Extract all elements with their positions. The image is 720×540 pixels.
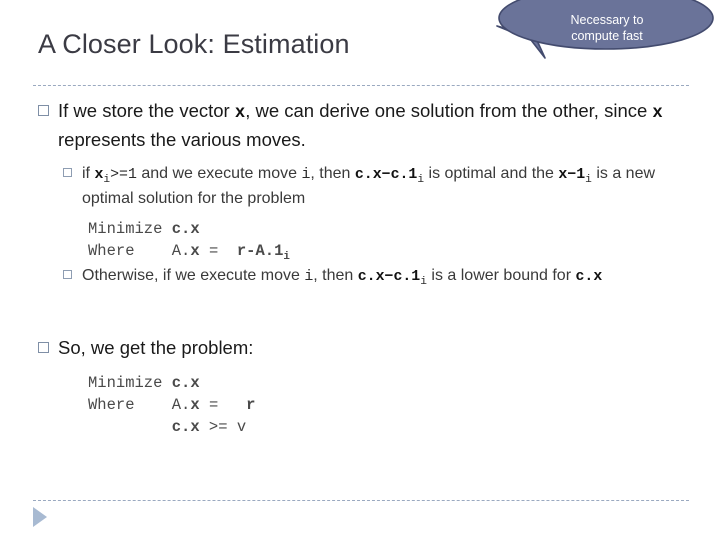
bullet-text: So, we get the problem: bbox=[58, 337, 254, 358]
code-line: Where A.x = r-A.1i bbox=[88, 242, 290, 264]
bullet-otherwise: Otherwise, if we execute move i, then c.… bbox=[0, 264, 720, 289]
bullet-text: if xi>=1 and we execute move i, then c.x… bbox=[82, 165, 656, 207]
callout-text: Necessary to compute fast bbox=[527, 12, 687, 44]
page-title: A Closer Look: Estimation bbox=[38, 29, 350, 59]
next-slide-arrow-icon[interactable] bbox=[31, 506, 49, 528]
code-line: Minimize c.x bbox=[88, 374, 200, 392]
code-block-subproblem: Minimize c.x Where A.x = r-A.1i bbox=[0, 218, 720, 264]
code-block-final-problem: Minimize c.x Where A.x = r c.x >= v bbox=[0, 372, 720, 438]
bullet-so-we-get: So, we get the problem: bbox=[0, 335, 720, 361]
bullet-store-vector: If we store the vector x, we can derive … bbox=[0, 98, 720, 153]
bullet-text: Otherwise, if we execute move i, then c.… bbox=[82, 267, 603, 289]
divider-top bbox=[33, 85, 689, 86]
square-bullet-icon bbox=[38, 105, 49, 116]
square-bullet-icon bbox=[63, 168, 72, 177]
triangle-right-icon bbox=[33, 507, 47, 527]
divider-bottom bbox=[33, 500, 689, 501]
code-line: c.x >= v bbox=[171, 418, 247, 436]
bullet-if-xi-ge-1: if xi>=1 and we execute move i, then c.x… bbox=[0, 162, 720, 210]
callout-line-1: Necessary to bbox=[570, 13, 644, 27]
square-bullet-icon bbox=[38, 342, 49, 353]
callout-line-2: compute fast bbox=[571, 29, 643, 43]
square-bullet-icon bbox=[63, 270, 72, 279]
code-line: Where A.x = r bbox=[88, 396, 256, 414]
slide-body: If we store the vector x, we can derive … bbox=[0, 98, 720, 438]
code-line: Minimize c.x bbox=[88, 220, 200, 238]
callout-bubble: Necessary to compute fast bbox=[489, 0, 715, 62]
bullet-text: If we store the vector x, we can derive … bbox=[58, 100, 663, 150]
